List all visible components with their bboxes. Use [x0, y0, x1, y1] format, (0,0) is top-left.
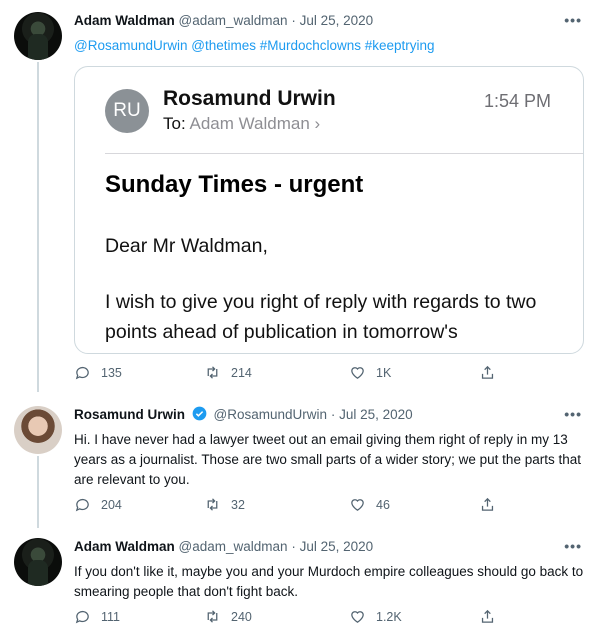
reply-count: 135 — [101, 365, 122, 380]
avatar[interactable] — [14, 12, 62, 60]
avatar[interactable] — [14, 406, 62, 454]
like-count: 1.2K — [376, 609, 402, 624]
email-greeting: Dear Mr Waldman, — [105, 235, 268, 257]
reply-button[interactable]: 111 — [74, 608, 120, 625]
timestamp[interactable]: Jul 25, 2020 — [300, 539, 374, 554]
timestamp[interactable]: Jul 25, 2020 — [339, 407, 413, 422]
email-sender-name: Rosamund Urwin — [163, 87, 336, 110]
retweet-count: 32 — [231, 497, 245, 512]
reply-button[interactable]: 135 — [74, 364, 122, 381]
reply-icon — [75, 367, 89, 380]
more-options-icon[interactable]: ••• — [564, 538, 582, 554]
tweet[interactable]: Adam Waldman @adam_waldman · Jul 25, 202… — [0, 538, 600, 633]
reply-icon — [75, 499, 89, 512]
tweet-actions: 204 32 46 — [74, 496, 514, 516]
share-button[interactable] — [479, 364, 496, 381]
share-icon — [481, 609, 494, 623]
share-button[interactable] — [479, 496, 496, 513]
email-recipient: Adam Waldman — [189, 114, 310, 133]
reply-count: 204 — [101, 497, 122, 512]
share-icon — [481, 497, 494, 511]
heart-icon — [351, 611, 364, 623]
retweet-count: 214 — [231, 365, 252, 380]
email-divider — [105, 153, 583, 154]
tweet-actions: 111 240 1.2K — [74, 608, 514, 628]
like-button[interactable]: 1K — [349, 364, 391, 381]
tweet-header: Adam Waldman @adam_waldman · Jul 25, 202… — [74, 12, 373, 30]
like-button[interactable]: 46 — [349, 496, 390, 513]
tweet-text: Hi. I have never had a lawyer tweet out … — [74, 432, 581, 487]
reply-button[interactable]: 204 — [74, 496, 122, 513]
separator: · — [291, 539, 296, 554]
tweet-header: Adam Waldman @adam_waldman · Jul 25, 202… — [74, 538, 373, 556]
like-count: 1K — [376, 365, 392, 380]
like-button[interactable]: 1.2K — [349, 608, 402, 625]
reply-icon — [75, 611, 89, 624]
email-screenshot-card[interactable]: RU Rosamund Urwin To: Adam Waldman › 1:5… — [74, 66, 584, 354]
avatar[interactable] — [14, 538, 62, 586]
handle[interactable]: @RosamundUrwin — [214, 407, 328, 422]
share-icon — [481, 365, 494, 379]
more-options-icon[interactable]: ••• — [564, 12, 582, 28]
email-body: Dear Mr Waldman, I wish to give you righ… — [105, 231, 565, 353]
email-time: 1:54 PM — [483, 91, 551, 111]
separator: · — [291, 13, 296, 28]
like-count: 46 — [376, 497, 390, 512]
separator: · — [330, 407, 336, 422]
email-sender-avatar: RU — [105, 89, 149, 133]
verified-badge-icon — [192, 406, 207, 421]
share-button[interactable] — [479, 608, 496, 625]
tweet-text: If you don't like it, maybe you and your… — [74, 564, 584, 599]
reply-count: 111 — [101, 609, 121, 624]
tweet-mentions[interactable]: @RosamundUrwin @thetimes #Murdochclowns … — [74, 36, 584, 56]
retweet-icon — [207, 366, 218, 379]
timestamp[interactable]: Jul 25, 2020 — [300, 13, 374, 28]
chevron-right-icon: › — [314, 114, 321, 133]
display-name[interactable]: Rosamund Urwin — [74, 407, 185, 422]
email-paragraph: I wish to give you right of reply with r… — [105, 291, 537, 343]
tweet[interactable]: Adam Waldman @adam_waldman · Jul 25, 202… — [0, 12, 600, 392]
retweet-button[interactable]: 240 — [204, 608, 252, 625]
retweet-icon — [207, 498, 218, 511]
retweet-count: 240 — [231, 609, 252, 624]
email-recipient-line: To: Adam Waldman › — [163, 114, 320, 134]
retweet-button[interactable]: 32 — [204, 496, 245, 513]
tweet-header: Rosamund Urwin @RosamundUrwin · Jul 25, … — [74, 406, 413, 424]
display-name[interactable]: Adam Waldman — [74, 539, 175, 554]
handle[interactable]: @adam_waldman — [179, 539, 288, 554]
display-name[interactable]: Adam Waldman — [74, 13, 175, 28]
handle[interactable]: @adam_waldman — [179, 13, 288, 28]
heart-icon — [351, 367, 364, 379]
email-to-label: To: — [163, 114, 186, 133]
retweet-button[interactable]: 214 — [204, 364, 252, 381]
tweet-actions: 135 214 1K — [74, 364, 514, 384]
heart-icon — [351, 499, 364, 511]
retweet-icon — [207, 610, 218, 623]
more-options-icon[interactable]: ••• — [564, 406, 582, 422]
email-subject: Sunday Times - urgent — [105, 171, 364, 198]
tweet[interactable]: Rosamund Urwin @RosamundUrwin · Jul 25, … — [0, 406, 600, 526]
